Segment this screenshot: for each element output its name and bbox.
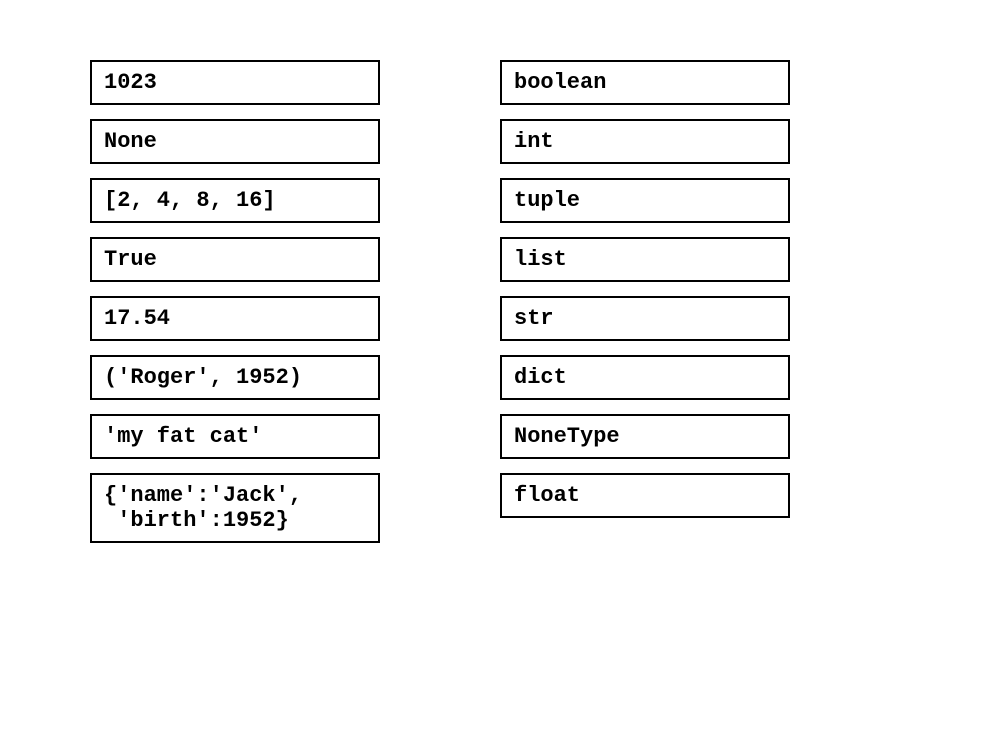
type-box: str — [500, 296, 790, 341]
value-box: True — [90, 237, 380, 282]
value-box: [2, 4, 8, 16] — [90, 178, 380, 223]
value-box: 'my fat cat' — [90, 414, 380, 459]
type-box: NoneType — [500, 414, 790, 459]
type-box: int — [500, 119, 790, 164]
values-column: 1023 None [2, 4, 8, 16] True 17.54 ('Rog… — [90, 60, 380, 543]
type-box: float — [500, 473, 790, 518]
type-box: dict — [500, 355, 790, 400]
value-box: ('Roger', 1952) — [90, 355, 380, 400]
type-box: list — [500, 237, 790, 282]
value-box: 1023 — [90, 60, 380, 105]
value-box: {'name':'Jack', 'birth':1952} — [90, 473, 380, 543]
matching-diagram: 1023 None [2, 4, 8, 16] True 17.54 ('Rog… — [0, 0, 1002, 603]
value-box: 17.54 — [90, 296, 380, 341]
value-box: None — [90, 119, 380, 164]
type-box: boolean — [500, 60, 790, 105]
type-box: tuple — [500, 178, 790, 223]
types-column: boolean int tuple list str dict NoneType… — [500, 60, 790, 543]
